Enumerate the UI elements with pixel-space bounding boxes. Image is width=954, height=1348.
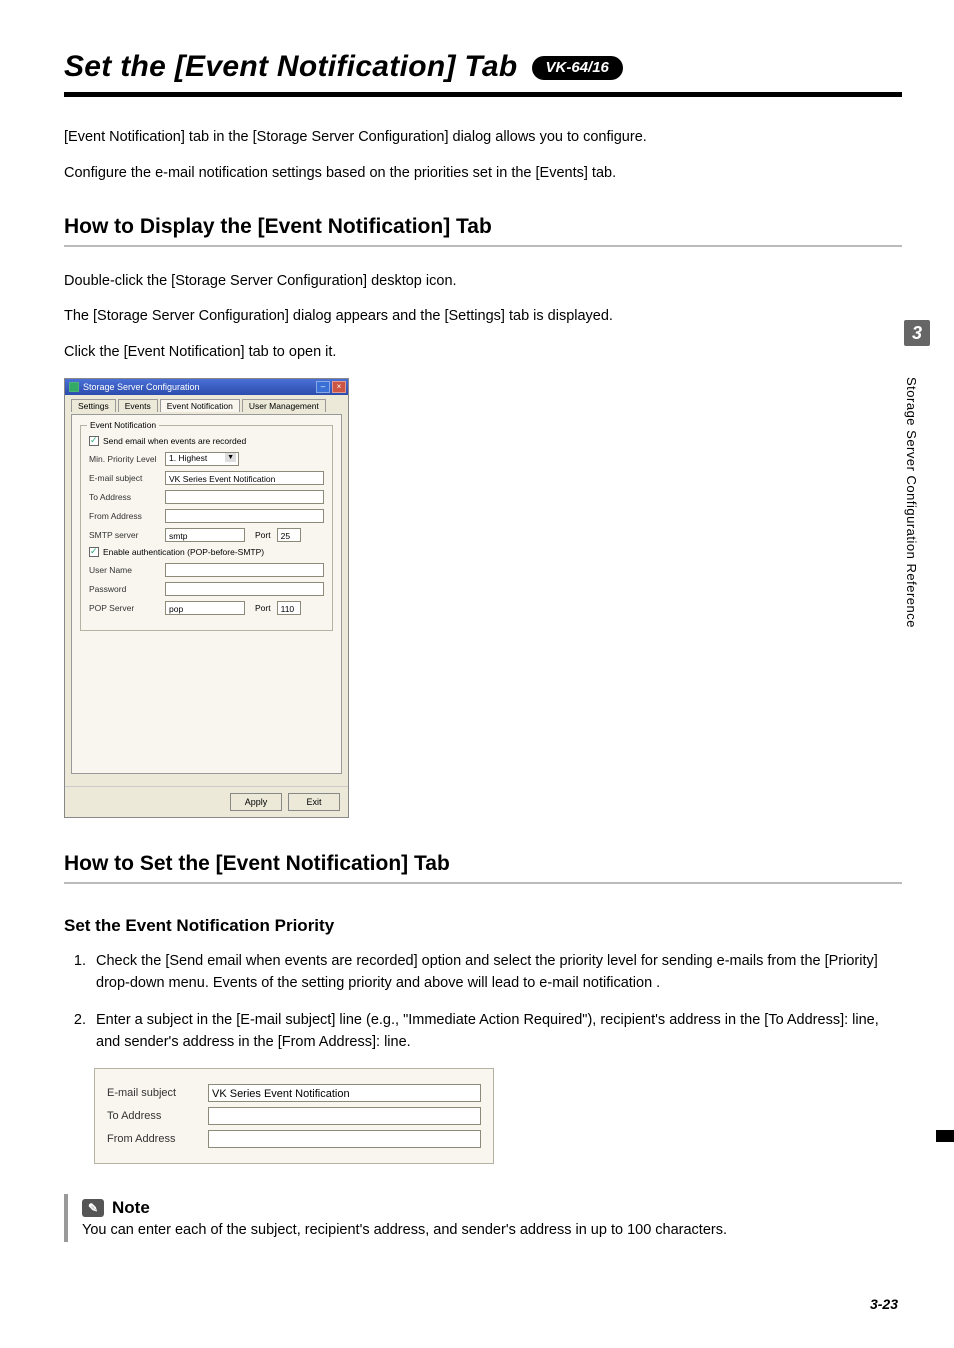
note-heading: Note xyxy=(112,1198,150,1218)
display-step-3: Click the [Event Notification] tab to op… xyxy=(64,342,902,364)
intro-paragraph-1: [Event Notification] tab in the [Storage… xyxy=(64,127,902,149)
text: Settings xyxy=(449,308,501,324)
text: Storage Server Configuration xyxy=(257,129,445,145)
input-from-address[interactable] xyxy=(208,1130,481,1148)
tab-event-notification[interactable]: Event Notification xyxy=(160,399,240,412)
apply-button[interactable]: Apply xyxy=(230,793,282,811)
text: Click the [ xyxy=(64,344,128,360)
label-to-address: To Address xyxy=(89,492,159,502)
tab-events[interactable]: Events xyxy=(118,399,158,412)
text: ] desktop icon. xyxy=(363,273,457,289)
input-to-address[interactable] xyxy=(165,490,324,504)
input-smtp-server[interactable]: smtp xyxy=(165,528,245,542)
step-2: Enter a subject in the [E-mail subject] … xyxy=(90,1009,902,1054)
label-pop-port: Port xyxy=(255,603,271,613)
text: ] dialog allows you to configure. xyxy=(444,129,646,145)
side-tab: 3 Storage Server Configuration Reference xyxy=(904,320,930,652)
tab-settings[interactable]: Settings xyxy=(71,399,116,412)
label-to-address: To Address xyxy=(107,1110,202,1122)
title-underline xyxy=(64,92,902,97)
input-user-name[interactable] xyxy=(165,563,324,577)
checkbox-enable-auth[interactable]: Enable authentication (POP-before-SMTP) xyxy=(89,547,324,557)
chapter-number: 3 xyxy=(904,320,930,346)
heading-display: How to Display the [Event Notification] … xyxy=(64,215,902,239)
input-from-address[interactable] xyxy=(165,509,324,523)
checkbox-label: Send email when events are recorded xyxy=(103,436,246,446)
text: Event Notification xyxy=(68,129,181,145)
text: Storage Server Configuration xyxy=(97,308,285,324)
app-icon xyxy=(69,382,79,392)
text: ] tab to open it. xyxy=(241,344,337,360)
input-pop-port[interactable]: 110 xyxy=(277,601,301,615)
label-min-priority: Min. Priority Level xyxy=(89,454,159,464)
label-email-subject: E-mail subject xyxy=(89,473,159,483)
label-from-address: From Address xyxy=(89,511,159,521)
dialog-titlebar[interactable]: Storage Server Configuration – × xyxy=(65,379,348,395)
input-email-subject[interactable]: VK Series Event Notification xyxy=(165,471,324,485)
checkbox-icon[interactable] xyxy=(89,547,99,557)
input-password[interactable] xyxy=(165,582,324,596)
display-step-1: Double-click the [Storage Server Configu… xyxy=(64,271,902,293)
inset-email-fields: E-mail subject VK Series Event Notificat… xyxy=(94,1068,494,1164)
dialog-tabs: Settings Events Event Notification User … xyxy=(71,399,342,412)
page-title: Set the [Event Notification] Tab xyxy=(64,50,518,84)
select-min-priority[interactable]: 1. Highest xyxy=(165,452,239,466)
tab-panel: Event Notification Send email when event… xyxy=(71,414,342,774)
chapter-title: Storage Server Configuration Reference xyxy=(904,352,919,652)
note-block: ✎ Note You can enter each of the subject… xyxy=(64,1194,902,1242)
text: ] tab in the [ xyxy=(181,129,257,145)
exit-button[interactable]: Exit xyxy=(288,793,340,811)
fieldset-legend: Event Notification xyxy=(87,420,159,430)
checkbox-icon[interactable] xyxy=(89,436,99,446)
input-smtp-port[interactable]: 25 xyxy=(277,528,301,542)
label-password: Password xyxy=(89,584,159,594)
note-icon: ✎ xyxy=(82,1199,104,1217)
input-to-address[interactable] xyxy=(208,1107,481,1125)
label-smtp-port: Port xyxy=(255,530,271,540)
tab-user-management[interactable]: User Management xyxy=(242,399,326,412)
text: Storage Server Configuration xyxy=(175,273,363,289)
thumb-mark xyxy=(936,1130,954,1142)
heading-set: How to Set the [Event Notification] Tab xyxy=(64,852,902,876)
section-rule xyxy=(64,882,902,884)
text: ] tab is displayed. xyxy=(501,308,613,324)
section-rule xyxy=(64,245,902,247)
label-from-address: From Address xyxy=(107,1133,202,1145)
input-email-subject[interactable]: VK Series Event Notification xyxy=(208,1084,481,1102)
label-email-subject: E-mail subject xyxy=(107,1087,202,1099)
intro-paragraph-2: Configure the e-mail notification settin… xyxy=(64,163,902,185)
dialog-title-text: Storage Server Configuration xyxy=(83,382,200,392)
minimize-icon[interactable]: – xyxy=(316,381,330,393)
dialog-storage-server-config: Storage Server Configuration – × Setting… xyxy=(64,378,349,818)
fieldset-event-notification: Event Notification Send email when event… xyxy=(80,425,333,631)
display-step-2: The [Storage Server Configuration] dialo… xyxy=(64,306,902,328)
note-body: You can enter each of the subject, recip… xyxy=(82,1222,902,1238)
heading-priority: Set the Event Notification Priority xyxy=(64,916,902,936)
label-smtp-server: SMTP server xyxy=(89,530,159,540)
text: Event Notification xyxy=(128,344,241,360)
text: ] dialog appears and the [ xyxy=(285,308,449,324)
label-pop-server: POP Server xyxy=(89,603,159,613)
page-number: 3-23 xyxy=(870,1296,898,1312)
text: The [ xyxy=(64,308,97,324)
model-badge: VK-64/16 xyxy=(532,56,623,80)
label-user-name: User Name xyxy=(89,565,159,575)
input-pop-server[interactable]: pop xyxy=(165,601,245,615)
steps-list: Check the [Send email when events are re… xyxy=(64,950,902,1054)
text: Double-click the [ xyxy=(64,273,175,289)
checkbox-send-email[interactable]: Send email when events are recorded xyxy=(89,436,324,446)
close-icon[interactable]: × xyxy=(332,381,346,393)
step-1: Check the [Send email when events are re… xyxy=(90,950,902,995)
checkbox-label: Enable authentication (POP-before-SMTP) xyxy=(103,547,264,557)
